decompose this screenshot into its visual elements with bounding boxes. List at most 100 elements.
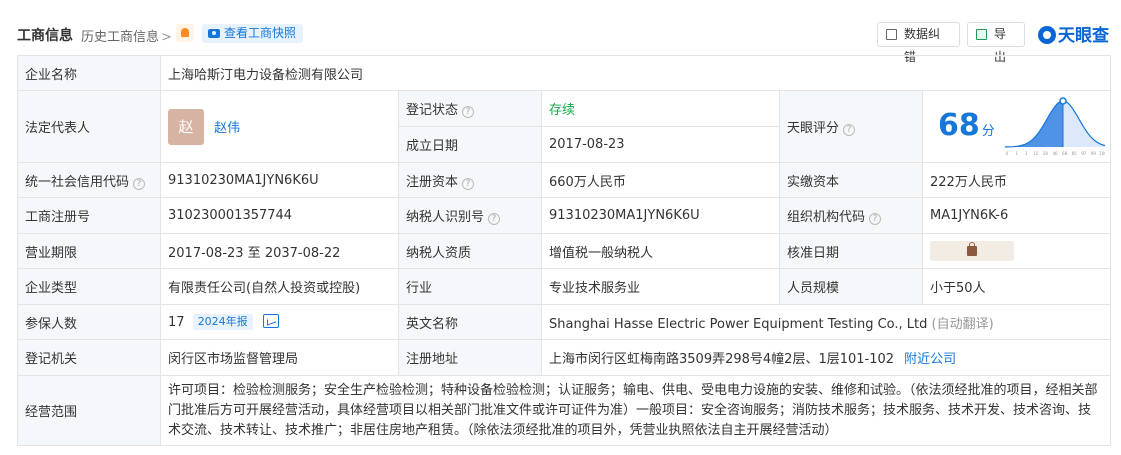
help-icon[interactable]: ? bbox=[488, 213, 501, 225]
annual-report-tag[interactable]: 2024年报 bbox=[192, 314, 253, 330]
bell-icon[interactable] bbox=[176, 24, 194, 42]
taxpayer-id-label-text: 纳税人识别号 bbox=[406, 210, 485, 225]
help-icon[interactable]: ? bbox=[869, 213, 882, 225]
help-icon[interactable]: ? bbox=[843, 124, 856, 136]
value-company-name: 上海哈斯汀电力设备检测有限公司 bbox=[159, 55, 1112, 91]
section-title: 工商信息 bbox=[17, 28, 73, 44]
credit-code-label-text: 统一社会信用代码 bbox=[25, 174, 130, 190]
eye-logo-icon bbox=[1038, 26, 1056, 44]
label-paid-capital: 实缴资本 bbox=[779, 162, 923, 198]
chevron-right-icon: > bbox=[161, 30, 172, 45]
label-staff-size: 人员规模 bbox=[779, 268, 923, 305]
value-legal-rep: 赵 赵伟 bbox=[160, 90, 399, 163]
value-paid-capital: 222万人民币 bbox=[921, 162, 1112, 198]
label-taxpayer-qual: 纳税人资质 bbox=[398, 233, 542, 269]
label-company-name: 企业名称 bbox=[17, 55, 161, 91]
score-tick-label: 85 bbox=[1072, 151, 1078, 156]
score-number: 68 bbox=[938, 107, 980, 143]
history-label: 历史工商信息 bbox=[81, 30, 160, 45]
export-button[interactable]: 导出 bbox=[967, 22, 1025, 64]
label-biz-term: 营业期限 bbox=[17, 233, 161, 269]
lock-icon bbox=[967, 242, 977, 256]
table-row: 企业名称 上海哈斯汀电力设备检测有限公司 bbox=[17, 55, 1112, 91]
excel-icon bbox=[976, 29, 987, 40]
score-tick-label: 46 bbox=[1052, 151, 1058, 156]
score-tick-label: 1 bbox=[1015, 151, 1018, 156]
value-taxpayer-id: 91310230MA1JYN6K6U bbox=[541, 197, 780, 234]
data-correct-button[interactable]: 数据纠错 bbox=[877, 22, 960, 64]
table-row: 经营范围 许可项目：检验检测服务；安全生产检验检测；特种设备检验检测；认证服务；… bbox=[17, 375, 1112, 446]
score-tick-label: 97 bbox=[1081, 151, 1087, 156]
help-icon[interactable]: ? bbox=[462, 177, 475, 190]
label-biz-scope: 经营范围 bbox=[17, 375, 161, 446]
label-taxpayer-id: 纳税人识别号? bbox=[398, 197, 542, 234]
table-row: 营业期限 2017-08-23 至 2037-08-22 纳税人资质 增值税一般… bbox=[17, 233, 1112, 269]
value-reg-capital: 660万人民币 bbox=[541, 162, 780, 198]
value-taxpayer-qual: 增值税一般纳税人 bbox=[541, 233, 780, 269]
value-org-code: MA1JYN6K-6 bbox=[921, 197, 1112, 234]
label-approval-date: 核准日期 bbox=[779, 233, 923, 269]
label-reg-address: 注册地址 bbox=[398, 339, 542, 376]
auto-translate-note: (自动翻译) bbox=[931, 316, 994, 332]
score-tick-label: 68 bbox=[1062, 151, 1068, 156]
help-icon[interactable]: ? bbox=[133, 177, 146, 190]
label-reg-authority: 登记机关 bbox=[17, 339, 161, 376]
logo-text: 天眼查 bbox=[1058, 26, 1109, 46]
avatar: 赵 bbox=[168, 108, 204, 145]
value-est-date: 2017-08-23 bbox=[541, 126, 780, 163]
vip-lock[interactable] bbox=[930, 241, 1014, 261]
value-biz-term: 2017-08-23 至 2037-08-22 bbox=[160, 233, 399, 269]
label-english-name: 英文名称 bbox=[398, 304, 542, 340]
table-row: 统一社会信用代码? 91310230MA1JYN6K6U 注册资本? 660万人… bbox=[17, 162, 1112, 198]
score-tick-label: 0 bbox=[1006, 151, 1009, 156]
value-credit-code: 91310230MA1JYN6K6U bbox=[160, 162, 399, 198]
label-biz-reg-no: 工商注册号 bbox=[17, 197, 161, 234]
label-credit-code: 统一社会信用代码? bbox=[17, 162, 161, 198]
value-company-type: 有限责任公司(自然人投资或控股) bbox=[160, 268, 399, 305]
reg-address-text: 上海市闵行区虹梅南路3509弄298号4幢2层、1层101-102 bbox=[549, 352, 895, 367]
score-unit: 分 bbox=[981, 123, 995, 139]
value-insured: 17 2024年报 bbox=[160, 304, 399, 340]
score-tick-label: 99 bbox=[1091, 151, 1097, 156]
table-row: 企业类型 有限责任公司(自然人投资或控股) 行业 专业技术服务业 人员规模 小于… bbox=[17, 268, 1112, 305]
camera-icon bbox=[208, 29, 220, 38]
legal-rep-link[interactable]: 赵伟 bbox=[214, 121, 240, 136]
value-industry: 专业技术服务业 bbox=[541, 268, 780, 305]
insured-count: 17 bbox=[168, 315, 185, 330]
snapshot-label: 查看工商快照 bbox=[224, 26, 297, 40]
value-approval-date[interactable] bbox=[921, 233, 1112, 269]
value-staff-size: 小于50人 bbox=[921, 268, 1112, 305]
history-link[interactable]: 历史工商信息 > bbox=[81, 26, 172, 45]
label-est-date: 成立日期 bbox=[398, 126, 542, 163]
english-name-text: Shanghai Hasse Electric Power Equipment … bbox=[549, 316, 928, 332]
score-tick-label: 15 bbox=[1033, 151, 1039, 156]
score-tick-label: 3 bbox=[1025, 151, 1028, 156]
trend-chart-icon[interactable] bbox=[262, 314, 279, 328]
label-org-code: 组织机构代码? bbox=[779, 197, 923, 234]
snapshot-button[interactable]: 查看工商快照 bbox=[202, 24, 304, 43]
value-biz-reg-no: 310230001357744 bbox=[160, 197, 399, 234]
score-tick-label: 100 bbox=[1099, 151, 1105, 156]
score-marker-dot bbox=[1059, 96, 1067, 105]
label-company-type: 企业类型 bbox=[17, 268, 161, 305]
edit-icon bbox=[886, 29, 897, 40]
nearby-companies-link[interactable]: 附近公司 bbox=[904, 352, 956, 367]
business-info-table: 企业名称 上海哈斯汀电力设备检测有限公司 法定代表人 赵 赵伟 登记状态? 存续… bbox=[17, 55, 1112, 446]
section-header: 工商信息 历史工商信息 > 查看工商快照 数据纠错 导出 天眼查 bbox=[0, 18, 1121, 64]
value-english-name: Shanghai Hasse Electric Power Equipment … bbox=[540, 304, 1112, 340]
tianyancha-logo: 天眼查 bbox=[1038, 21, 1109, 46]
score-tick-label: 28 bbox=[1043, 151, 1049, 156]
label-industry: 行业 bbox=[398, 268, 542, 305]
table-row: 登记机关 闵行区市场监督管理局 注册地址 上海市闵行区虹梅南路3509弄298号… bbox=[17, 339, 1112, 376]
table-row: 工商注册号 310230001357744 纳税人识别号? 91310230MA… bbox=[17, 197, 1112, 234]
help-icon[interactable]: ? bbox=[462, 106, 475, 118]
score-display: 68 分 bbox=[938, 108, 995, 143]
value-reg-status: 存续 bbox=[541, 90, 780, 127]
org-code-label-text: 组织机构代码 bbox=[787, 210, 866, 225]
label-insured: 参保人数 bbox=[17, 304, 161, 340]
label-tianyan-score: 天眼评分? bbox=[779, 90, 923, 163]
value-reg-authority: 闵行区市场监督管理局 bbox=[160, 339, 399, 376]
table-row: 法定代表人 赵 赵伟 登记状态? 存续 天眼评分? 68 分 0 1 3 15 28 46 6… bbox=[17, 90, 1112, 163]
value-tianyan-score[interactable]: 68分 01315284668859799100 bbox=[921, 90, 1112, 163]
score-label-text: 天眼评分 bbox=[787, 121, 840, 136]
